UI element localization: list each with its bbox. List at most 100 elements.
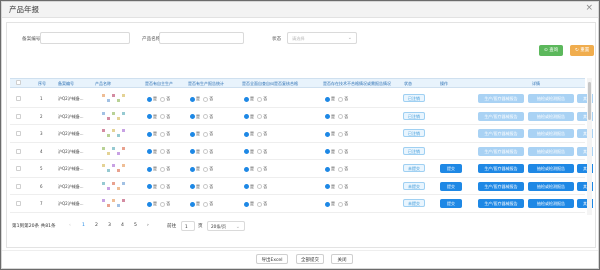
production-report-button[interactable]: 生产/医疗器械报告 [478, 94, 524, 103]
q4-no-radio[interactable] [338, 149, 344, 154]
export-excel-button[interactable]: 导出Excel [256, 254, 288, 264]
production-report-button[interactable]: 生产/医疗器械报告 [478, 129, 524, 138]
q4-yes-radio[interactable] [325, 184, 330, 189]
q3-yes-radio[interactable] [244, 131, 249, 137]
q1-no-radio[interactable] [160, 166, 166, 172]
q4-no-radio[interactable] [338, 184, 344, 189]
select-all-checkbox[interactable] [16, 80, 21, 85]
production-report-button[interactable]: 生产/医疗器械报告 [478, 164, 524, 173]
query-button[interactable]: ⊙ 查询 [539, 45, 564, 56]
row-checkbox[interactable] [16, 166, 21, 171]
inspection-report-button[interactable]: 抽检或检测报告 [528, 129, 574, 138]
page-4[interactable]: 4 [121, 223, 124, 228]
prev-page-button[interactable]: ‹ [69, 223, 71, 228]
q2-yes-radio[interactable] [190, 149, 195, 154]
q4-no-radio[interactable] [338, 96, 344, 102]
close-icon[interactable]: × [585, 3, 593, 13]
next-page-button[interactable]: › [147, 223, 149, 228]
q2-no-radio[interactable] [203, 184, 209, 189]
q4-yes-radio[interactable] [325, 201, 330, 207]
q2-yes-radio[interactable] [190, 131, 195, 137]
q2-no-radio[interactable] [203, 201, 209, 207]
q3-yes-radio[interactable] [244, 114, 249, 119]
q2-yes-radio[interactable] [190, 96, 195, 102]
q3-no-radio[interactable] [257, 184, 263, 189]
row-checkbox[interactable] [16, 148, 21, 154]
submit-row-button[interactable]: 提交 [440, 181, 462, 191]
row-checkbox[interactable] [16, 96, 21, 101]
scrollbar-thumb[interactable] [588, 82, 591, 120]
q1-yes-radio[interactable] [147, 96, 152, 102]
inspection-report-button[interactable]: 抽检或检测报告 [528, 199, 574, 208]
inspection-report-button[interactable]: 抽检或检测报告 [528, 94, 574, 103]
q2-yes-radio[interactable] [190, 184, 195, 189]
reset-button[interactable]: ↻ 重置 [570, 45, 595, 56]
production-report-button[interactable]: 生产/医疗器械报告 [478, 199, 524, 208]
q4-yes-radio[interactable] [325, 166, 330, 172]
submit-row-button[interactable]: 提交 [440, 199, 462, 208]
production-report-button[interactable]: 生产/医疗器械报告 [478, 181, 524, 191]
status-select[interactable]: 请选择 ⌄ [287, 32, 357, 44]
q3-yes-radio[interactable] [244, 201, 249, 207]
vertical-scrollbar[interactable] [587, 78, 592, 215]
row-checkbox[interactable] [16, 201, 21, 206]
q1-no-radio[interactable] [160, 96, 166, 102]
production-report-button[interactable]: 生产/医疗器械报告 [478, 111, 524, 121]
q1-yes-radio[interactable] [147, 114, 152, 119]
q3-no-radio[interactable] [257, 131, 263, 137]
inspection-report-button[interactable]: 抽检或检测报告 [528, 111, 574, 121]
row-checkbox[interactable] [16, 113, 21, 119]
q1-no-radio[interactable] [160, 114, 166, 119]
q3-no-radio[interactable] [257, 149, 263, 154]
production-report-button[interactable]: 生产/医疗器械报告 [478, 146, 524, 156]
q2-no-radio[interactable] [203, 131, 209, 137]
q2-yes-radio[interactable] [190, 114, 195, 119]
q1-yes-radio[interactable] [147, 166, 152, 172]
q2-no-radio[interactable] [203, 96, 209, 102]
q1-yes-radio[interactable] [147, 201, 152, 207]
q2-yes-radio[interactable] [190, 201, 195, 207]
q3-yes-radio[interactable] [244, 149, 249, 154]
row-checkbox[interactable] [16, 131, 21, 136]
page-5[interactable]: 5 [134, 223, 137, 228]
product-name-input[interactable] [159, 32, 244, 44]
submit-row-button[interactable]: 提交 [440, 164, 462, 173]
q1-no-radio[interactable] [160, 131, 166, 137]
row-checkbox[interactable] [16, 183, 21, 189]
inspection-report-button[interactable]: 抽检或检测报告 [528, 146, 574, 156]
q4-yes-radio[interactable] [325, 131, 330, 137]
q3-yes-radio[interactable] [244, 96, 249, 102]
page-size-select[interactable]: 20条/页 ⌄ [207, 221, 245, 231]
q3-yes-radio[interactable] [244, 184, 249, 189]
q1-yes-radio[interactable] [147, 184, 152, 189]
q4-yes-radio[interactable] [325, 114, 330, 119]
record-no-input[interactable] [40, 32, 130, 44]
q4-yes-radio[interactable] [325, 149, 330, 154]
q1-no-radio[interactable] [160, 201, 166, 207]
q1-no-radio[interactable] [160, 184, 166, 189]
q2-yes-radio[interactable] [190, 166, 195, 172]
page-3[interactable]: 3 [108, 223, 111, 228]
q4-no-radio[interactable] [338, 131, 344, 137]
close-button[interactable]: 关闭 [331, 254, 353, 264]
goto-page-input[interactable]: 1 [181, 221, 195, 231]
submit-all-button[interactable]: 全部提交 [296, 254, 324, 264]
q4-no-radio[interactable] [338, 201, 344, 207]
q2-no-radio[interactable] [203, 114, 209, 119]
page-1[interactable]: 1 [82, 223, 85, 228]
q2-no-radio[interactable] [203, 166, 209, 172]
q4-yes-radio[interactable] [325, 96, 330, 102]
q3-no-radio[interactable] [257, 96, 263, 102]
q4-no-radio[interactable] [338, 166, 344, 172]
q3-yes-radio[interactable] [244, 166, 249, 172]
q3-no-radio[interactable] [257, 201, 263, 207]
q1-yes-radio[interactable] [147, 131, 152, 137]
q1-no-radio[interactable] [160, 149, 166, 154]
q3-no-radio[interactable] [257, 166, 263, 172]
page-2[interactable]: 2 [95, 223, 98, 228]
inspection-report-button[interactable]: 抽检或检测报告 [528, 164, 574, 173]
q1-yes-radio[interactable] [147, 149, 152, 154]
q2-no-radio[interactable] [203, 149, 209, 154]
q3-no-radio[interactable] [257, 114, 263, 119]
q4-no-radio[interactable] [338, 114, 344, 119]
